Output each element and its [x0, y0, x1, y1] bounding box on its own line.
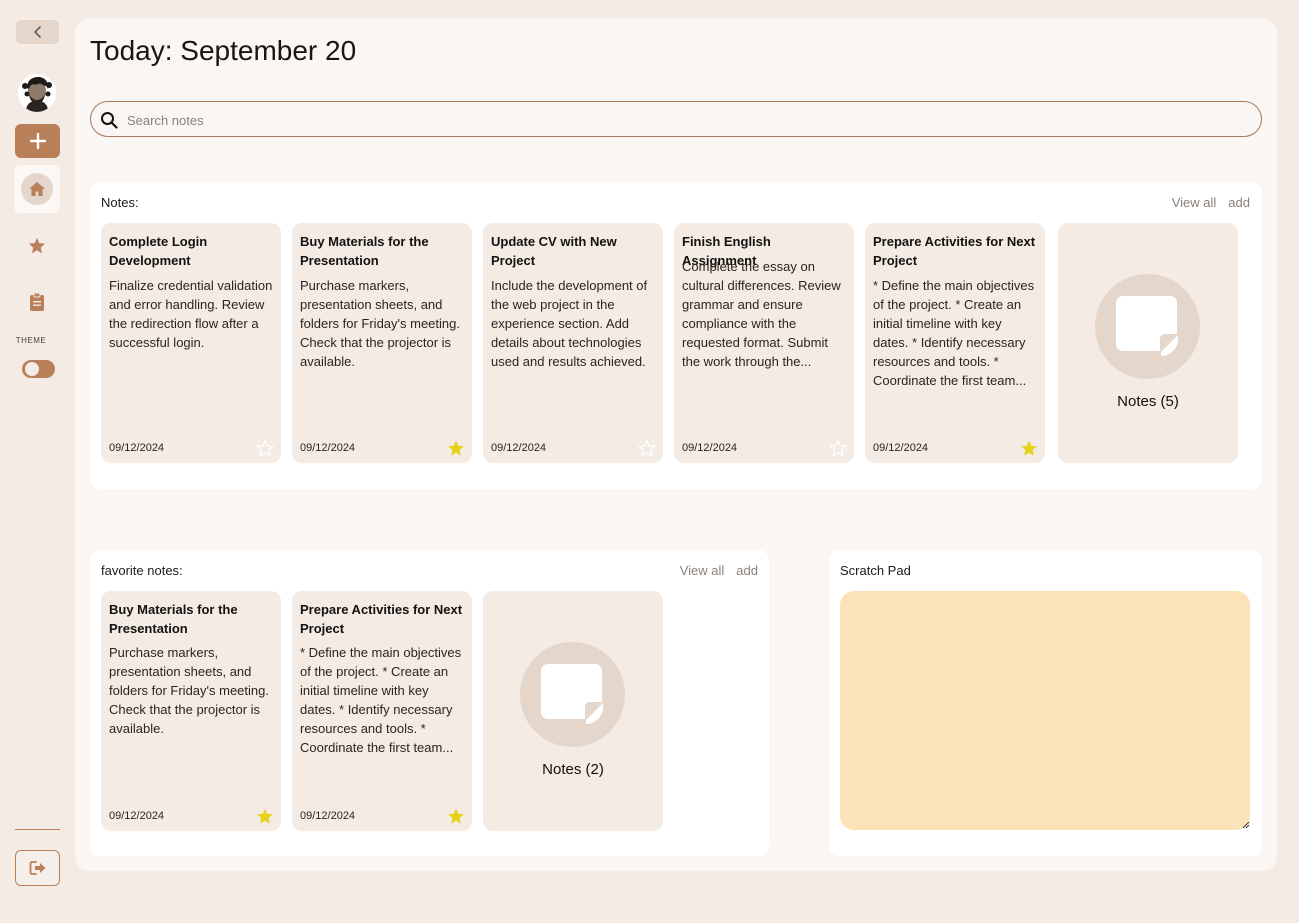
notes-section-links: View all add [1160, 195, 1250, 210]
note-date: 09/12/2024 [300, 442, 356, 454]
theme-toggle[interactable] [22, 360, 55, 378]
note-title: Prepare Activities for Next Project [300, 602, 463, 636]
note-body: Purchase markers, presentation sheets, a… [109, 645, 269, 736]
note-date: 09/12/2024 [682, 442, 738, 454]
star-icon [28, 237, 46, 253]
favorites-add-link[interactable]: add [736, 563, 758, 578]
notes-section-title: Notes: [101, 195, 139, 210]
search-input[interactable] [127, 109, 1247, 131]
main-panel: Today: September 20 Notes: View all add C… [75, 19, 1277, 871]
nav-home-highlight [21, 173, 53, 205]
note-date: 09/12/2024 [109, 810, 165, 822]
view-all-favorites-card[interactable]: Notes (2) [483, 591, 663, 831]
note-card[interactable]: Buy Materials for the Presentation Purch… [292, 223, 472, 463]
favorites-count-label: Notes (2) [542, 761, 604, 778]
note-body: Complete the essay on cultural differenc… [682, 259, 841, 369]
note-title: Buy Materials for the Presentation [109, 602, 238, 636]
sticky-note-icon [1116, 296, 1178, 356]
notes-view-all-link[interactable]: View all [1172, 195, 1217, 210]
note-body: Finalize credential validation and error… [109, 278, 273, 350]
favorite-note-card[interactable]: Buy Materials for the Presentation Purch… [101, 591, 281, 831]
note-date: 09/12/2024 [873, 442, 929, 454]
star-filled-icon[interactable] [256, 807, 274, 825]
plus-icon [29, 133, 46, 149]
more-notes-circle [520, 642, 625, 747]
notes-add-link[interactable]: add [1228, 195, 1250, 210]
notes-count-label: Notes (5) [1117, 393, 1179, 410]
note-title: Prepare Activities for Next Project [873, 234, 1036, 268]
note-card[interactable]: Update CV with New Project Include the d… [483, 223, 663, 463]
star-filled-icon[interactable] [1020, 439, 1038, 457]
note-date: 09/12/2024 [491, 442, 547, 454]
home-icon [29, 182, 45, 196]
note-body: * Define the main objectives of the proj… [873, 278, 1035, 388]
nav-favorites[interactable] [26, 234, 48, 256]
more-notes-circle [1095, 274, 1200, 379]
note-card[interactable]: Finish English Assignment Complete the e… [674, 223, 854, 463]
collapse-sidebar-button[interactable] [16, 20, 59, 44]
logout-button[interactable] [15, 850, 60, 886]
note-title: Buy Materials for the Presentation [300, 234, 429, 268]
note-card[interactable]: Complete Login Development Finalize cred… [101, 223, 281, 463]
page-title: Today: September 20 [90, 35, 357, 66]
scratch-pad-title: Scratch Pad [840, 563, 911, 578]
clipboard-icon [30, 292, 44, 311]
star-filled-icon[interactable] [447, 807, 465, 825]
favorite-notes-panel: favorite notes: View all add Buy Material… [90, 550, 769, 856]
favorites-section-links: View all add [668, 563, 758, 578]
sidebar: THEME [0, 0, 75, 923]
search-icon [101, 112, 118, 129]
nav-home[interactable] [14, 165, 60, 213]
star-filled-icon[interactable] [447, 439, 465, 457]
favorites-view-all-link[interactable]: View all [680, 563, 725, 578]
logout-icon [29, 861, 45, 875]
note-card[interactable]: Prepare Activities for Next Project * De… [865, 223, 1045, 463]
theme-label: THEME [15, 336, 47, 345]
star-outline-icon[interactable] [638, 439, 656, 457]
toggle-knob [25, 362, 39, 376]
star-outline-icon[interactable] [829, 439, 847, 457]
search-bar[interactable] [90, 101, 1262, 137]
note-body: * Define the main objectives of the proj… [300, 645, 462, 755]
note-body: Purchase markers, presentation sheets, a… [300, 278, 460, 369]
note-title: Complete Login Development [109, 234, 208, 268]
favorite-note-card[interactable]: Prepare Activities for Next Project * De… [292, 591, 472, 831]
chevron-left-icon [33, 26, 41, 38]
favorites-section-title: favorite notes: [101, 563, 183, 578]
avatar[interactable] [18, 74, 56, 112]
add-note-button[interactable] [15, 124, 60, 158]
scratch-pad-textarea[interactable] [840, 591, 1250, 830]
nav-clipboard[interactable] [26, 290, 48, 314]
scratch-pad-panel: Scratch Pad [829, 550, 1262, 856]
note-title: Update CV with New Project [491, 234, 617, 268]
note-body: Include the development of the web proje… [491, 278, 648, 369]
sticky-note-icon [541, 664, 603, 724]
resize-grip-icon[interactable] [1242, 821, 1250, 829]
sidebar-divider [15, 829, 60, 830]
notes-panel: Notes: View all add Complete Login Develo… [90, 182, 1262, 489]
view-all-notes-card[interactable]: Notes (5) [1058, 223, 1238, 463]
star-outline-icon[interactable] [256, 439, 274, 457]
note-date: 09/12/2024 [109, 442, 165, 454]
note-date: 09/12/2024 [300, 810, 356, 822]
